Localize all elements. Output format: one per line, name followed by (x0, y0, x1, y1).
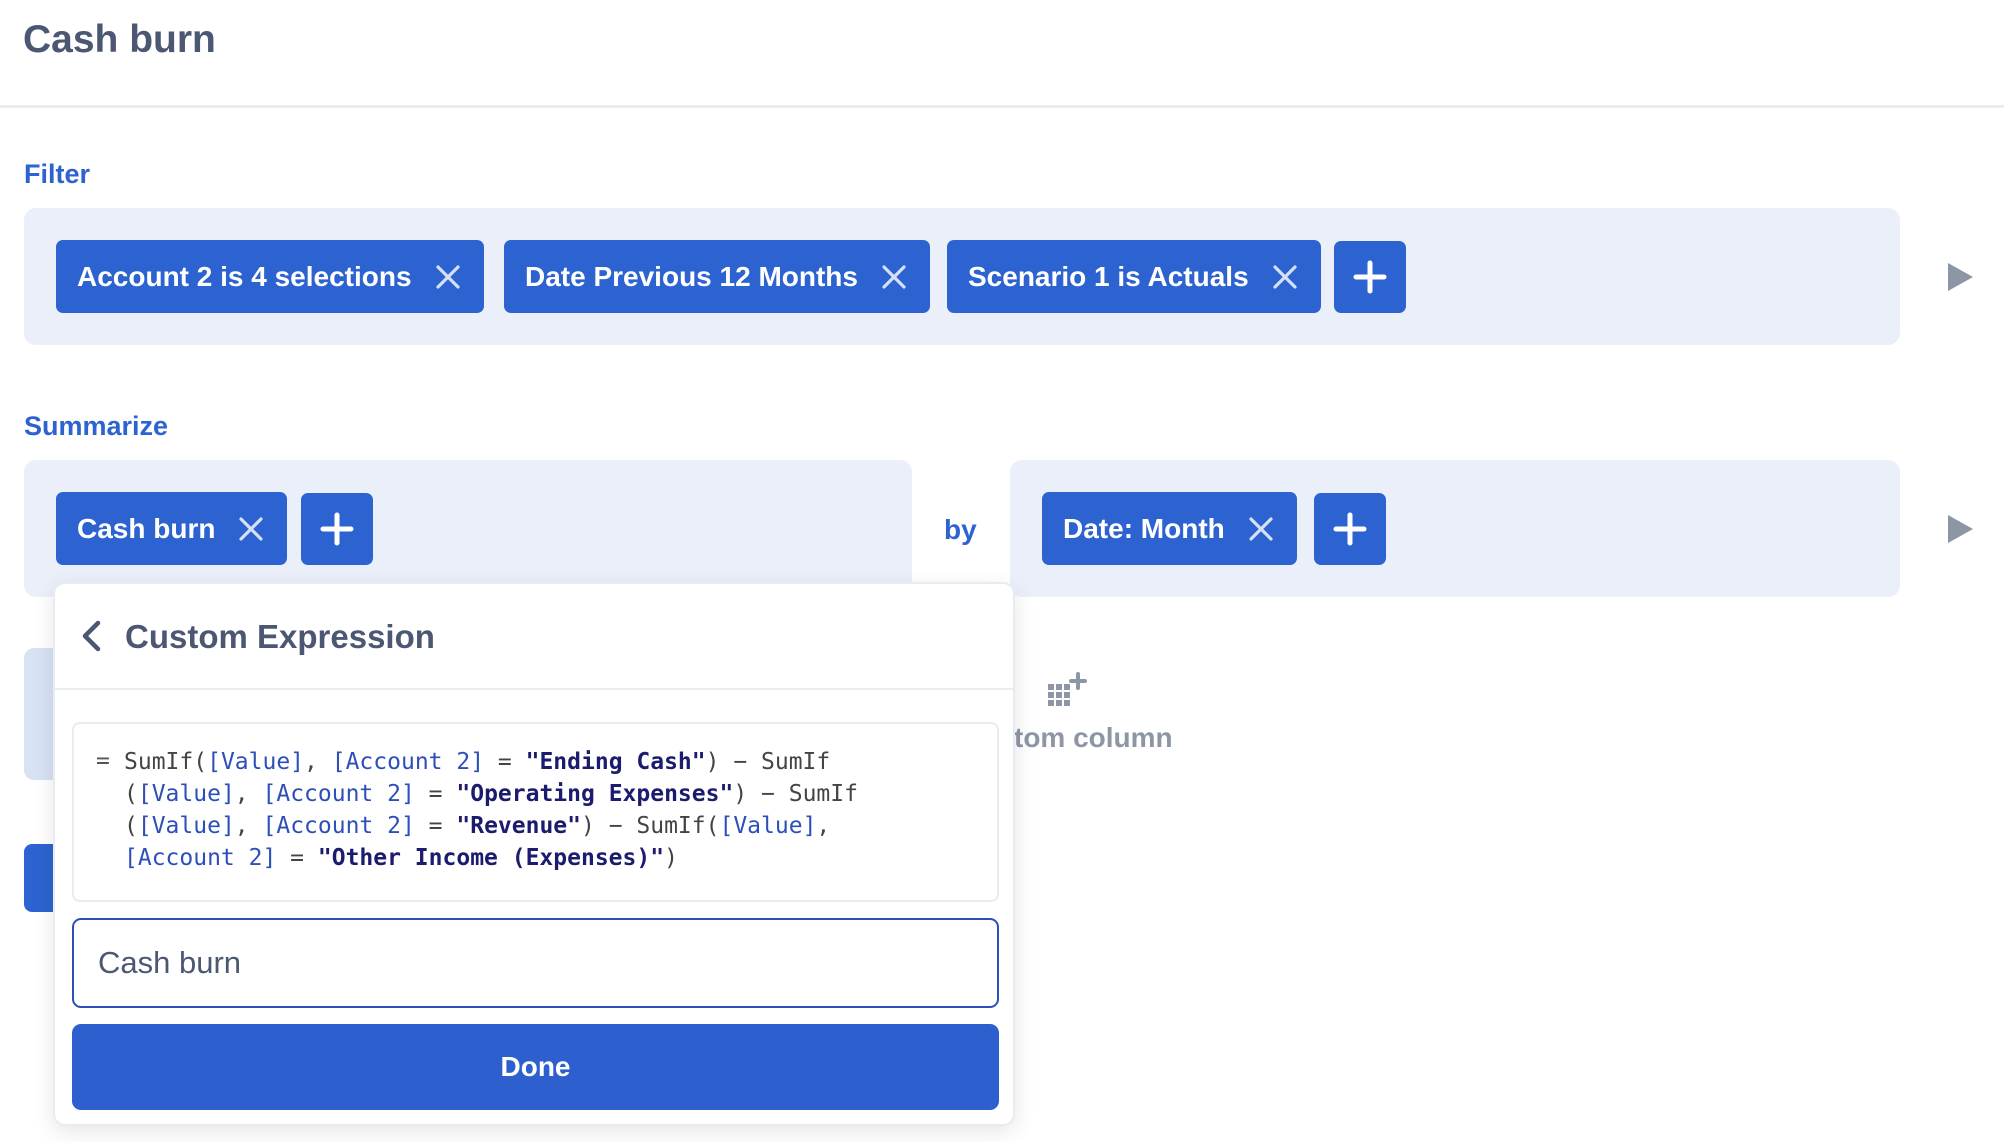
expression-token: , (234, 781, 263, 807)
custom-expression-popover: Custom Expression = SumIf([Value], [Acco… (53, 582, 1015, 1126)
expression-equals-sign: = (96, 748, 110, 774)
plus-icon (320, 512, 354, 546)
expression-token: [Account 2] (262, 813, 415, 839)
filter-pill-account[interactable]: Account 2 is 4 selections (56, 240, 484, 313)
metric-pill-label: Cash burn (77, 512, 216, 544)
custom-column-label[interactable]: tom column (1014, 722, 1173, 754)
close-icon[interactable] (880, 263, 908, 291)
expression-token: = (414, 813, 457, 839)
filter-pill-scenario[interactable]: Scenario 1 is Actuals (947, 240, 1321, 313)
expression-token: , (304, 749, 332, 775)
close-icon[interactable] (1247, 515, 1275, 543)
expression-line: [Account 2] = "Other Income (Expenses)") (124, 842, 858, 874)
expression-token: ) − SumIf (733, 781, 858, 807)
filter-pill-label: Scenario 1 is Actuals (968, 260, 1249, 292)
filter-pill-label: Date Previous 12 Months (525, 260, 858, 292)
plus-icon (1333, 512, 1367, 546)
expression-token: ) − SumIf (705, 749, 831, 775)
popover-header[interactable]: Custom Expression (55, 584, 1013, 690)
expression-token: "Ending Cash" (525, 749, 706, 775)
expression-code[interactable]: SumIf([Value], [Account 2] = "Ending Cas… (124, 746, 858, 874)
expression-token: "Other Income (Expenses)" (317, 845, 665, 871)
expression-token: ( (124, 781, 138, 807)
expression-token: , (234, 813, 263, 839)
grid-plus-icon[interactable] (1046, 672, 1088, 708)
expression-token: [Value] (137, 781, 235, 807)
expression-token: [Value] (207, 749, 305, 775)
expression-token: = (484, 749, 526, 775)
column-name-input[interactable] (72, 918, 999, 1008)
popover-title: Custom Expression (125, 618, 435, 655)
breakout-pill-date-month[interactable]: Date: Month (1042, 492, 1297, 565)
chevron-left-icon[interactable] (77, 618, 105, 654)
expression-token: ( (124, 813, 138, 839)
expression-token: "Revenue" (456, 813, 581, 839)
close-icon[interactable] (1271, 263, 1299, 291)
filter-pill-date[interactable]: Date Previous 12 Months (504, 240, 930, 313)
expression-token: [Value] (719, 813, 817, 839)
metric-pill-cash-burn[interactable]: Cash burn (56, 492, 288, 565)
expression-line: ([Value], [Account 2] = "Revenue") − Sum… (124, 810, 858, 842)
breakout-pill-label: Date: Month (1063, 512, 1225, 544)
done-button[interactable]: Done (72, 1024, 999, 1110)
add-metric-button[interactable] (301, 493, 373, 565)
by-label: by (944, 514, 977, 545)
expression-token: ) − SumIf( (581, 813, 720, 839)
expression-token: = (276, 845, 318, 871)
add-filter-button[interactable] (1334, 241, 1406, 313)
expression-editor[interactable]: = SumIf([Value], [Account 2] = "Ending C… (72, 722, 999, 902)
expression-token: "Operating Expenses" (456, 781, 734, 807)
filter-section-label: Filter (24, 159, 91, 189)
filter-pill-label: Account 2 is 4 selections (77, 260, 412, 292)
add-breakout-button[interactable] (1314, 493, 1386, 565)
close-icon[interactable] (434, 263, 462, 291)
play-icon[interactable] (1948, 515, 1973, 543)
expression-token: , (816, 813, 831, 839)
expression-line: SumIf([Value], [Account 2] = "Ending Cas… (124, 746, 858, 778)
summarize-section-label: Summarize (24, 411, 169, 441)
expression-token: ) (664, 845, 678, 871)
expression-token: [Account 2] (331, 749, 485, 775)
expression-line: ([Value], [Account 2] = "Operating Expen… (124, 778, 858, 810)
plus-icon (1353, 260, 1387, 294)
expression-token: [Value] (137, 813, 235, 839)
expression-token: [Account 2] (124, 845, 277, 871)
header: Cash burn (0, 0, 2004, 108)
play-icon[interactable] (1948, 263, 1973, 291)
expression-token: SumIf( (124, 749, 208, 775)
close-icon[interactable] (237, 515, 265, 543)
expression-token: [Account 2] (262, 781, 415, 807)
expression-token: = (414, 781, 457, 807)
page-title: Cash burn (23, 18, 216, 61)
